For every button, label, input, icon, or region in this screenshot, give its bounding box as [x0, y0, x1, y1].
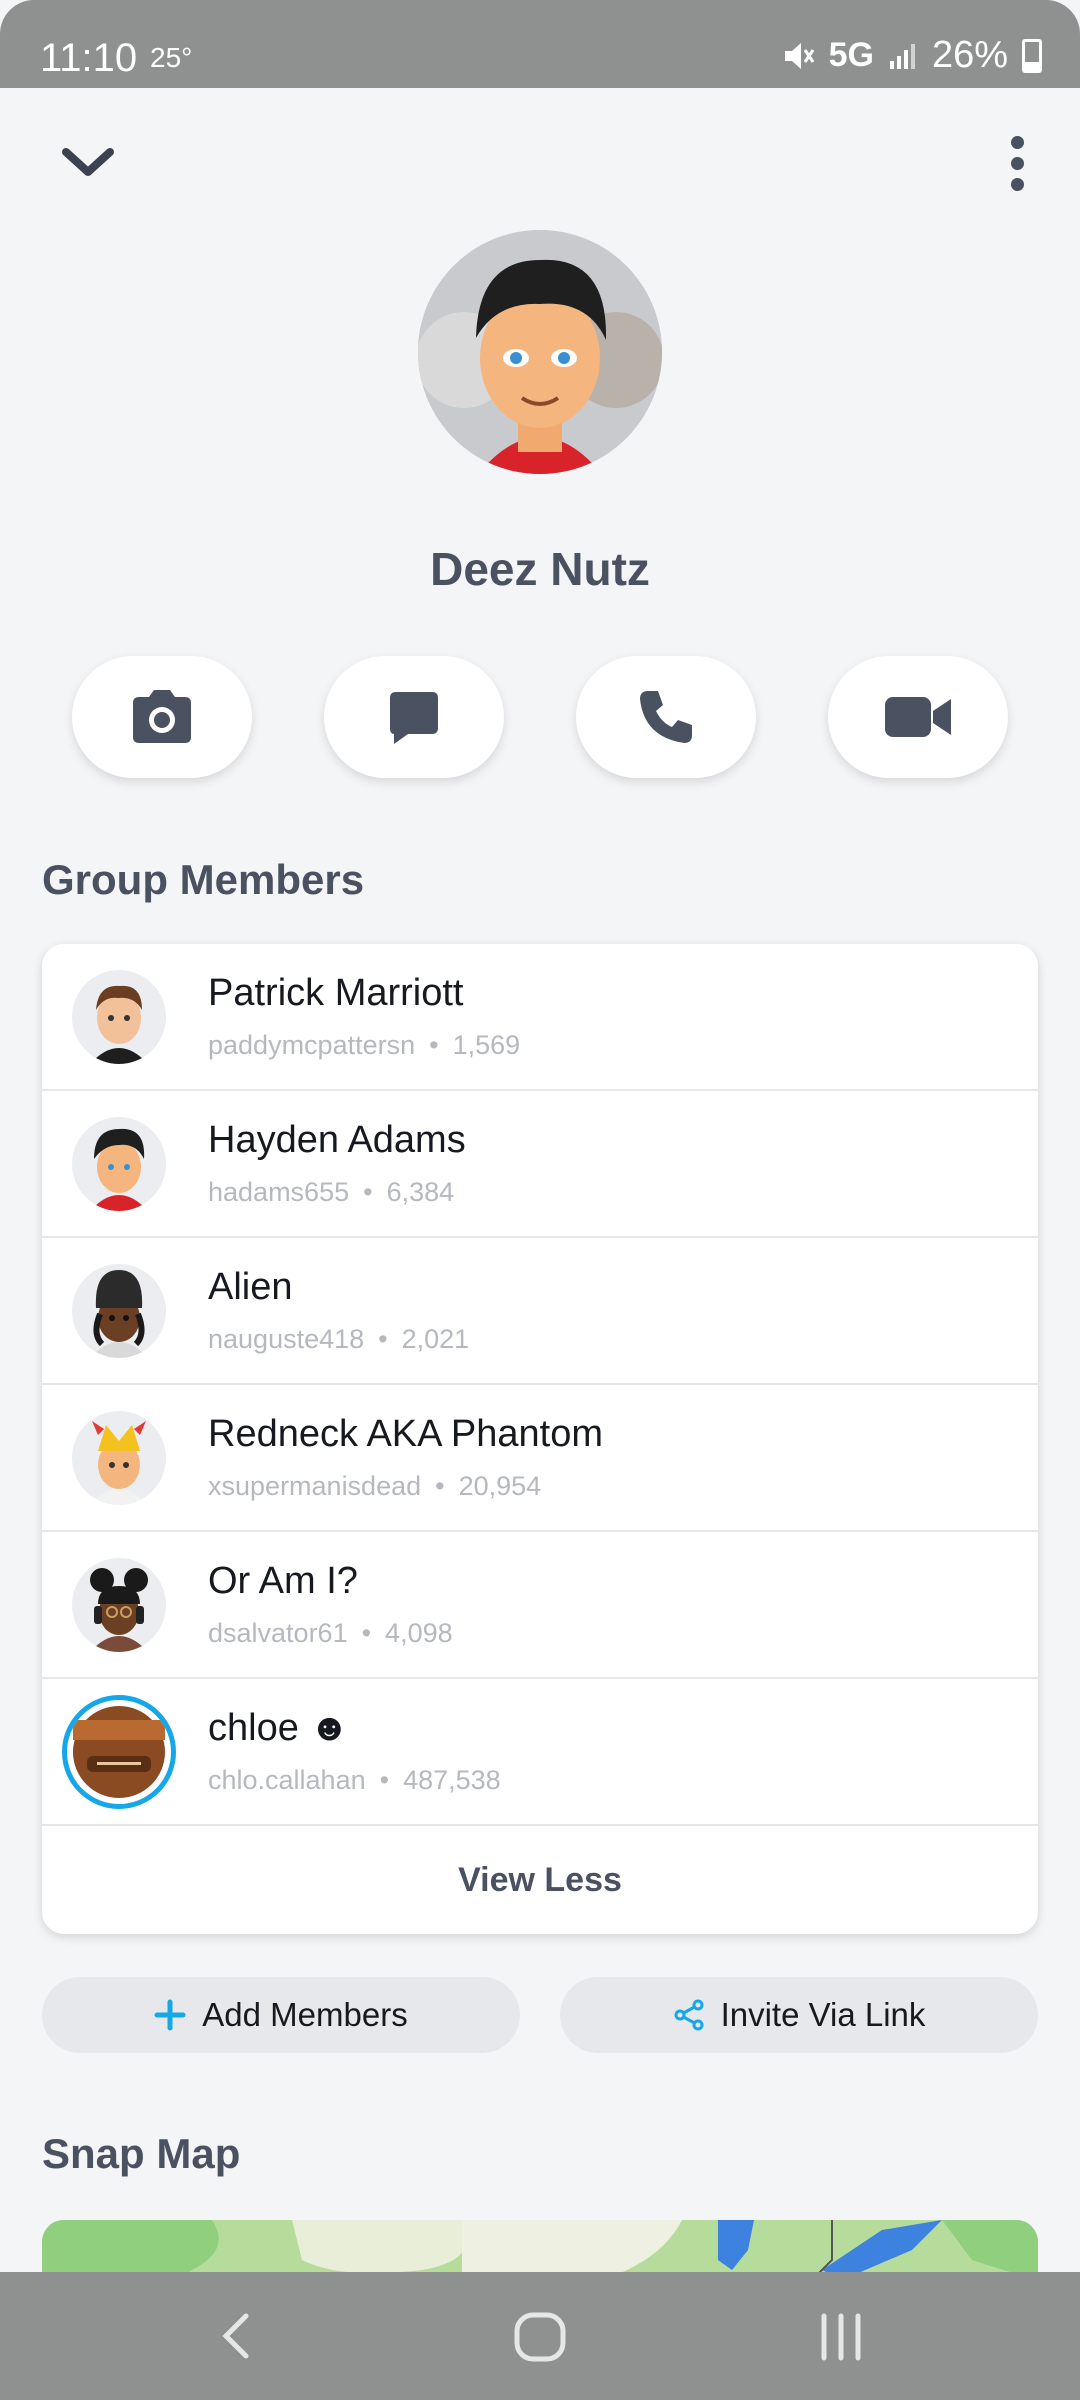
group-bitmoji-image — [418, 230, 662, 474]
video-icon — [885, 697, 951, 737]
member-name: chloe ☻ — [208, 1707, 350, 1749]
member-username: hadams655 — [208, 1177, 350, 1207]
video-call-button[interactable] — [828, 656, 1008, 778]
member-row[interactable]: Alien nauguste418 • 2,021 — [42, 1238, 1038, 1385]
member-username: nauguste418 — [208, 1324, 365, 1354]
back-icon[interactable] — [214, 2310, 258, 2362]
member-row[interactable]: Patrick Marriott paddymcpattersn • 1,569 — [42, 944, 1038, 1091]
more-icon — [1002, 136, 1032, 191]
member-score: 2,021 — [401, 1324, 470, 1354]
system-nav-bar — [0, 2272, 1080, 2400]
status-network: 5G — [828, 36, 874, 74]
add-members-button[interactable]: Add Members — [42, 1977, 520, 2053]
status-time: 11:10 — [40, 36, 138, 80]
member-name: Patrick Marriott — [208, 972, 464, 1014]
member-name: Hayden Adams — [208, 1119, 466, 1161]
member-sub: chlo.callahan • 487,538 — [208, 1765, 501, 1795]
member-username: paddymcpattersn — [208, 1030, 416, 1060]
camera-icon — [133, 690, 191, 743]
member-score: 20,954 — [458, 1471, 542, 1501]
member-score: 6,384 — [386, 1177, 455, 1207]
call-button[interactable] — [576, 656, 756, 778]
signal-icon — [889, 43, 915, 69]
chat-button[interactable] — [324, 656, 504, 778]
member-sub: xsupermanisdead • 20,954 — [208, 1471, 542, 1501]
plus-icon — [154, 1999, 186, 2031]
member-avatar — [72, 1264, 166, 1358]
more-options-button[interactable] — [1002, 136, 1032, 194]
status-temp: 25° — [150, 42, 193, 73]
members-section-title: Group Members — [42, 856, 365, 903]
recents-icon[interactable] — [818, 2312, 864, 2362]
group-avatar[interactable] — [418, 230, 662, 474]
member-sub: nauguste418 • 2,021 — [208, 1324, 470, 1354]
member-avatar — [72, 970, 166, 1064]
member-name: Or Am I? — [208, 1560, 358, 1602]
screen: 11:10 25° 5G 26% Deez Nutz Group Members… — [0, 0, 1080, 2400]
group-name: Deez Nutz — [430, 543, 650, 595]
member-row[interactable]: chloe ☻ chlo.callahan • 487,538 — [42, 1679, 1038, 1826]
member-sub: hadams655 • 6,384 — [208, 1177, 455, 1207]
member-username: chlo.callahan — [208, 1765, 366, 1795]
battery-icon — [1022, 38, 1042, 73]
member-row[interactable]: Redneck AKA Phantom xsupermanisdead • 20,9… — [42, 1385, 1038, 1532]
mute-icon — [784, 42, 814, 69]
invite-link-label: Invite Via Link — [720, 1996, 926, 2033]
status-bar: 11:10 25° 5G 26% — [0, 0, 1080, 88]
member-score: 4,098 — [385, 1618, 453, 1648]
member-name: Alien — [208, 1266, 293, 1308]
member-avatar — [72, 1558, 166, 1652]
member-name: Redneck AKA Phantom — [208, 1413, 604, 1455]
chat-icon — [390, 692, 438, 744]
member-username: xsupermanisdead — [208, 1471, 422, 1501]
invite-link-button[interactable]: Invite Via Link — [560, 1977, 1038, 2053]
chevron-down-icon — [62, 148, 114, 176]
member-username: dsalvator61 — [208, 1618, 348, 1648]
member-avatar-story[interactable] — [62, 1695, 176, 1809]
member-score: 487,538 — [403, 1765, 501, 1795]
member-row[interactable]: Hayden Adams hadams655 • 6,384 — [42, 1091, 1038, 1238]
home-icon[interactable] — [512, 2310, 568, 2364]
member-sub: dsalvator61 • 4,098 — [208, 1618, 453, 1648]
member-score: 1,569 — [452, 1030, 521, 1060]
snap-map-title: Snap Map — [42, 2130, 241, 2177]
status-battery-text: 26% — [931, 34, 1008, 76]
share-icon — [674, 1999, 704, 2031]
status-right: 5G 26% — [781, 34, 1042, 77]
member-sub: paddymcpattersn • 1,569 — [208, 1030, 521, 1060]
member-row[interactable]: Or Am I? dsalvator61 • 4,098 — [42, 1532, 1038, 1679]
view-less-button[interactable]: View Less — [42, 1826, 1038, 1934]
collapse-button[interactable] — [58, 138, 118, 188]
phone-icon — [640, 691, 692, 743]
camera-button[interactable] — [72, 656, 252, 778]
members-card: Patrick Marriott paddymcpattersn • 1,569 H… — [42, 944, 1038, 1934]
member-avatar — [72, 1411, 166, 1505]
member-avatar — [72, 1117, 166, 1211]
add-members-label: Add Members — [202, 1996, 408, 2033]
